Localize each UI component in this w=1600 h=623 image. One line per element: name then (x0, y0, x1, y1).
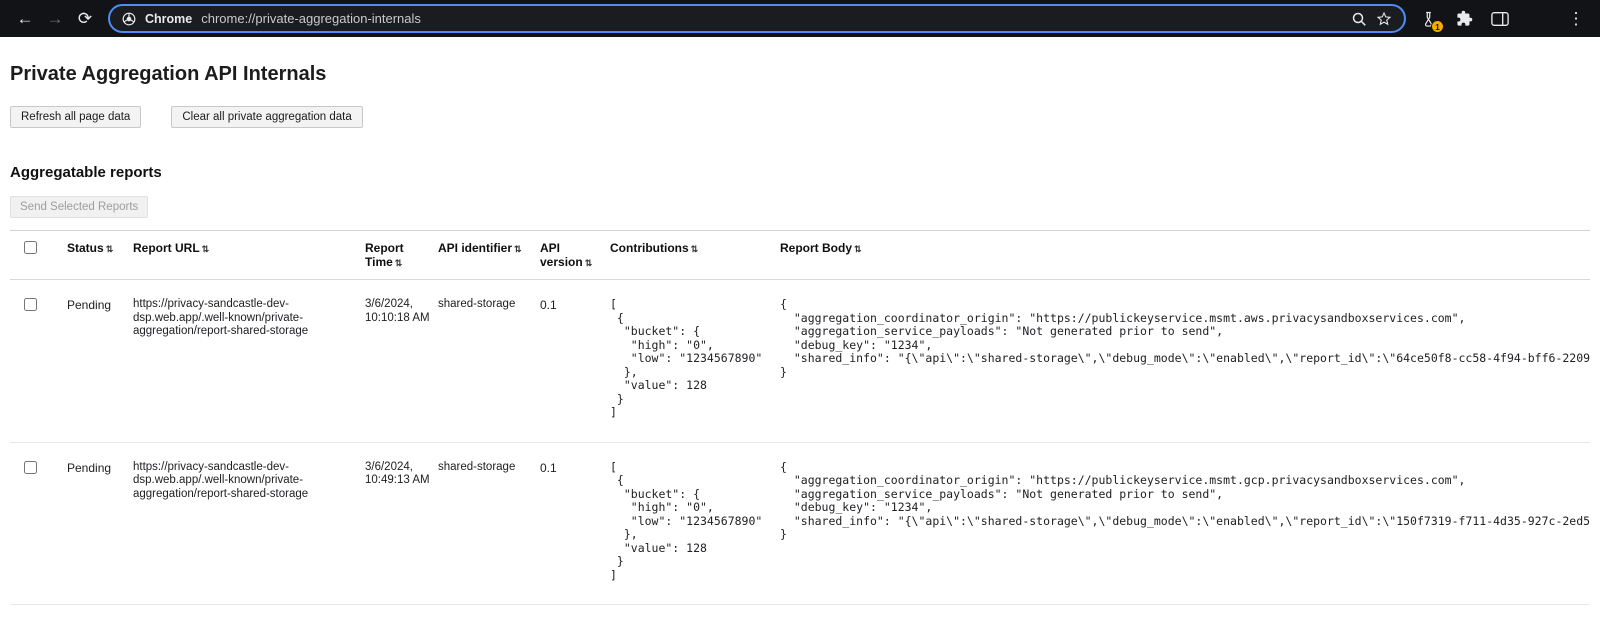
browser-toolbar: ← → ⟳ Chrome chrome://private-aggregatio… (0, 0, 1600, 37)
column-label: API version (540, 241, 583, 269)
action-button-row: Refresh all page data Clear all private … (10, 106, 1590, 128)
side-panel-icon[interactable] (1490, 6, 1510, 32)
report-url-cell: https://privacy-sandcastle-dev-dsp.web.a… (133, 280, 365, 443)
back-icon: ← (17, 9, 34, 28)
column-label: Status (67, 241, 104, 255)
report-time-cell: 3/6/2024, 10:10:18 AM (365, 280, 438, 443)
column-label: Contributions (610, 241, 689, 255)
column-header-report-time[interactable]: Report Time⇅ (365, 231, 438, 280)
url-text: chrome://private-aggregation-internals (201, 11, 421, 26)
column-label: API identifier (438, 241, 512, 255)
back-button[interactable]: ← (10, 4, 40, 34)
contributions-json: [ { "bucket": { "high": "0", "low": "123… (610, 461, 772, 583)
column-header-contributions[interactable]: Contributions⇅ (610, 231, 780, 280)
sort-icon: ⇅ (514, 244, 522, 254)
url-scheme-label: Chrome (145, 12, 192, 26)
column-header-report-body[interactable]: Report Body⇅ (780, 231, 1590, 280)
forward-icon: → (47, 9, 64, 28)
clear-all-button[interactable]: Clear all private aggregation data (171, 106, 362, 128)
extensions-icon[interactable] (1454, 6, 1474, 32)
select-report-checkbox[interactable] (24, 298, 37, 311)
select-all-checkbox[interactable] (24, 241, 37, 254)
contributions-json: [ { "bucket": { "high": "0", "low": "123… (610, 298, 772, 420)
notification-badge: 1 (1431, 20, 1444, 33)
contributions-cell: [ { "bucket": { "high": "0", "low": "123… (610, 442, 780, 605)
report-body-json: { "aggregation_coordinator_origin": "htt… (780, 461, 1590, 542)
select-cell (10, 280, 67, 443)
reports-table: Status⇅ Report URL⇅ Report Time⇅ API ide… (10, 230, 1590, 605)
sort-icon: ⇅ (585, 258, 593, 268)
table-header-row: Status⇅ Report URL⇅ Report Time⇅ API ide… (10, 231, 1590, 280)
sort-icon: ⇅ (854, 244, 862, 254)
labs-flask-icon[interactable]: 1 (1418, 6, 1438, 32)
api-identifier-cell: shared-storage (438, 280, 540, 443)
table-row: Pending https://privacy-sandcastle-dev-d… (10, 280, 1590, 443)
send-selected-reports-button[interactable]: Send Selected Reports (10, 196, 148, 218)
page-title: Private Aggregation API Internals (10, 63, 1590, 86)
select-all-cell (10, 231, 67, 280)
column-header-api-version[interactable]: API version⇅ (540, 231, 610, 280)
column-header-api-identifier[interactable]: API identifier⇅ (438, 231, 540, 280)
zoom-icon[interactable] (1351, 11, 1367, 27)
sort-icon: ⇅ (202, 244, 210, 254)
contributions-cell: [ { "bucket": { "high": "0", "low": "123… (610, 280, 780, 443)
toolbar-right-cluster: 1 ⋮ (1418, 6, 1590, 32)
profile-avatar[interactable] (1526, 7, 1550, 31)
sort-icon: ⇅ (691, 244, 699, 254)
page-content: Private Aggregation API Internals Refres… (0, 63, 1600, 605)
reload-button[interactable]: ⟳ (70, 4, 100, 34)
status-cell: Pending (67, 442, 133, 605)
reload-icon: ⟳ (78, 9, 92, 28)
sort-icon: ⇅ (395, 258, 403, 268)
chrome-logo-icon (122, 12, 136, 26)
status-cell: Pending (67, 280, 133, 443)
menu-kebab-icon[interactable]: ⋮ (1566, 6, 1586, 32)
report-url-cell: https://privacy-sandcastle-dev-dsp.web.a… (133, 442, 365, 605)
report-time-cell: 3/6/2024, 10:49:13 AM (365, 442, 438, 605)
table-row: Pending https://privacy-sandcastle-dev-d… (10, 442, 1590, 605)
bookmark-star-icon[interactable] (1376, 11, 1392, 27)
report-body-cell: { "aggregation_coordinator_origin": "htt… (780, 442, 1590, 605)
api-version-cell: 0.1 (540, 442, 610, 605)
report-body-json: { "aggregation_coordinator_origin": "htt… (780, 298, 1590, 379)
report-body-cell: { "aggregation_coordinator_origin": "htt… (780, 280, 1590, 443)
kebab-glyph: ⋮ (1568, 9, 1585, 29)
refresh-all-button[interactable]: Refresh all page data (10, 106, 141, 128)
select-report-checkbox[interactable] (24, 461, 37, 474)
section-heading: Aggregatable reports (10, 164, 1590, 181)
column-label: Report URL (133, 241, 200, 255)
api-version-cell: 0.1 (540, 280, 610, 443)
column-label: Report Body (780, 241, 852, 255)
address-bar[interactable]: Chrome chrome://private-aggregation-inte… (108, 4, 1406, 33)
api-identifier-cell: shared-storage (438, 442, 540, 605)
forward-button[interactable]: → (40, 4, 70, 34)
select-cell (10, 442, 67, 605)
column-header-status[interactable]: Status⇅ (67, 231, 133, 280)
sort-icon: ⇅ (106, 244, 114, 254)
column-header-report-url[interactable]: Report URL⇅ (133, 231, 365, 280)
